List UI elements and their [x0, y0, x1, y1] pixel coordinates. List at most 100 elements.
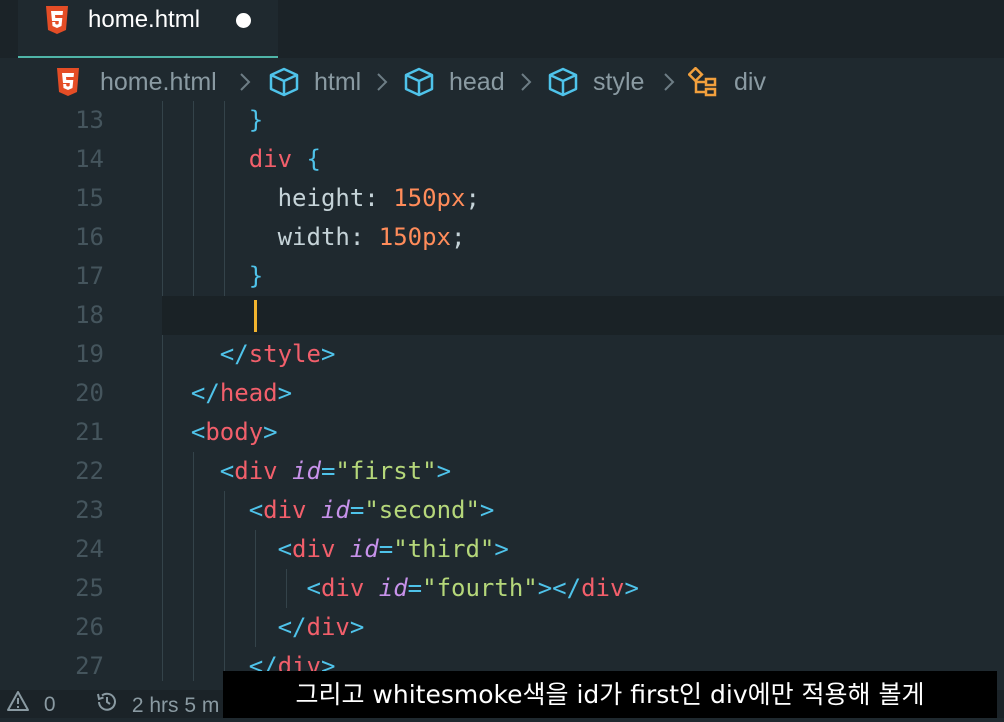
token: =	[407, 574, 423, 602]
code-line-current[interactable]: 18	[0, 296, 1004, 335]
code-editor[interactable]: 13 } 14 div { 15 height: 150px; 16 width…	[0, 101, 1004, 681]
token: </	[190, 379, 220, 407]
warning-icon	[6, 690, 30, 720]
line-number: 25	[75, 574, 104, 602]
line-code: <div id="third">	[162, 530, 509, 569]
token: =	[378, 535, 394, 563]
cube-icon	[268, 67, 300, 97]
problems-count: 0	[43, 692, 56, 716]
token: div	[263, 496, 307, 524]
breadcrumb-item-html[interactable]: html	[268, 58, 361, 106]
line-number: 26	[75, 613, 104, 641]
line-number: 27	[75, 652, 104, 680]
code-line[interactable]: 17 }	[0, 257, 1004, 296]
code-line[interactable]: 14 div {	[0, 140, 1004, 179]
code-line[interactable]: 13 }	[0, 101, 1004, 140]
token: div	[320, 574, 365, 602]
token: <	[248, 496, 264, 524]
line-code: </style>	[162, 335, 336, 374]
token: div	[248, 145, 293, 173]
line-code: width: 150px;	[162, 218, 466, 257]
breadcrumb-label: div	[734, 67, 766, 96]
line-code: }	[162, 101, 263, 140]
token: >	[537, 574, 553, 602]
token: id	[378, 574, 408, 602]
code-line[interactable]: 25 <div id="fourth"></div>	[0, 569, 1004, 608]
token: <	[219, 457, 235, 485]
token: <	[190, 418, 206, 446]
token: 150px	[378, 223, 451, 251]
token: ;	[465, 184, 480, 212]
structure-icon	[687, 66, 720, 97]
line-code: </div>	[162, 608, 365, 647]
token: id	[292, 457, 321, 485]
current-line-highlight	[162, 296, 1004, 335]
line-code: <div id="first">	[162, 452, 451, 491]
line-number: 22	[75, 457, 104, 485]
code-line[interactable]: 26 </div>	[0, 608, 1004, 647]
breadcrumb: home.html html head style div	[0, 58, 1004, 106]
breadcrumb-label: style	[593, 67, 645, 96]
tab-bar: home.html	[0, 0, 1004, 58]
token: >	[349, 613, 365, 641]
code-line[interactable]: 23 <div id="second">	[0, 491, 1004, 530]
code-line[interactable]: 22 <div id="first">	[0, 452, 1004, 491]
line-number: 13	[75, 106, 104, 134]
token: >	[624, 574, 639, 602]
line-number: 15	[75, 184, 104, 212]
token: </	[552, 574, 582, 602]
unsaved-dot-icon[interactable]	[236, 13, 251, 28]
chevron-right-icon	[375, 68, 389, 100]
token: <	[277, 535, 293, 563]
breadcrumb-item-style[interactable]: style	[547, 58, 644, 106]
token: <	[306, 574, 321, 602]
html5-icon	[45, 6, 69, 38]
problems-indicator[interactable]: 0	[6, 690, 56, 718]
token: 150px	[393, 184, 466, 212]
line-number: 18	[75, 301, 104, 329]
token: ;	[451, 223, 466, 251]
token: }	[248, 262, 264, 290]
chevron-right-icon	[238, 68, 252, 100]
token: >	[494, 535, 509, 563]
line-number: 14	[75, 145, 104, 173]
code-line[interactable]: 19 </style>	[0, 335, 1004, 374]
token: "second"	[364, 496, 480, 524]
text-caret	[254, 300, 257, 332]
token: >	[320, 340, 336, 368]
time-tracker[interactable]: 2 hrs 5 m	[94, 690, 219, 718]
code-line[interactable]: 20 </head>	[0, 374, 1004, 413]
code-line[interactable]: 15 height: 150px;	[0, 179, 1004, 218]
breadcrumb-item-head[interactable]: head	[403, 58, 505, 106]
breadcrumb-item-file[interactable]: home.html	[56, 58, 217, 106]
tab-title: home.html	[88, 6, 201, 33]
cube-icon	[547, 67, 579, 97]
token: div	[306, 613, 350, 641]
line-code: <div id="fourth"></div>	[162, 569, 639, 608]
tab-home-html[interactable]: home.html	[18, 0, 278, 58]
token: >	[479, 496, 495, 524]
token: height	[277, 184, 365, 212]
token: "first"	[335, 457, 437, 485]
breadcrumb-label: html	[314, 67, 362, 96]
token: body	[205, 418, 264, 446]
token: id	[320, 496, 350, 524]
chevron-right-icon	[662, 68, 676, 100]
token: >	[436, 457, 452, 485]
line-number: 24	[75, 535, 104, 563]
breadcrumb-item-div[interactable]: div	[687, 58, 766, 106]
line-number: 21	[75, 418, 104, 446]
code-line[interactable]: 16 width: 150px;	[0, 218, 1004, 257]
code-line[interactable]: 21 <body>	[0, 413, 1004, 452]
token: div	[581, 574, 625, 602]
line-code: div {	[162, 140, 321, 179]
html5-icon	[56, 68, 80, 96]
token: =	[320, 457, 336, 485]
token: style	[248, 340, 321, 368]
token: =	[349, 496, 365, 524]
token: {	[306, 145, 321, 173]
code-line[interactable]: 24 <div id="third">	[0, 530, 1004, 569]
line-number: 16	[75, 223, 104, 251]
line-code: height: 150px;	[162, 179, 480, 218]
token: }	[248, 106, 264, 134]
